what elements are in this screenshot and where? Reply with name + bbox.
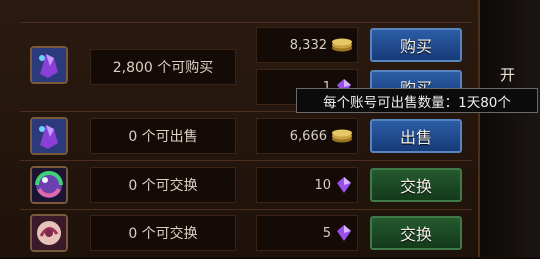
sellable-count-text: 0 个可出售 — [128, 129, 198, 145]
price-value: 10 — [314, 177, 331, 193]
shop-row-exchange-scroll: 0 个可交换 5 交换 — [20, 209, 472, 259]
background-edge — [480, 0, 540, 257]
buy-button[interactable]: 购买 — [370, 28, 462, 62]
exchangeable-count: 0 个可交换 — [90, 167, 236, 203]
side-label: 开 — [500, 66, 516, 84]
exchange-button[interactable]: 交换 — [370, 168, 462, 202]
purple-crystal-bag-svg — [32, 119, 66, 153]
price-gold: 8,332 — [256, 27, 358, 63]
price-value: 8,332 — [289, 37, 327, 53]
shop-row-sell: 0 个可出售 6,666 出售 — [20, 111, 472, 161]
buyable-count-text: 2,800 个可购买 — [112, 60, 214, 76]
gold-coin-icon — [332, 38, 352, 52]
price-crystal: 10 — [256, 167, 358, 203]
exchangeable-count: 0 个可交换 — [90, 215, 236, 251]
tooltip-text: 每个账号可出售数量：1天80个 — [323, 94, 511, 111]
purple-crystal-icon — [337, 177, 351, 193]
sell-limit-tooltip: 每个账号可出售数量：1天80个 — [296, 88, 538, 113]
pink-scroll-svg — [32, 216, 66, 250]
price-crystal: 5 — [256, 215, 358, 251]
sellable-count: 0 个可出售 — [90, 118, 236, 154]
exchange-button-label: 交换 — [399, 177, 432, 196]
purple-crystal-bag-svg — [32, 48, 66, 82]
exchangeable-count-text: 0 个可交换 — [128, 226, 198, 242]
shop-panel: 2,800 个可购买 8,332 购买 1 购买 — [0, 0, 480, 259]
price-value: 6,666 — [289, 128, 327, 144]
exchangeable-count-text: 0 个可交换 — [128, 178, 198, 194]
price-value: 5 — [322, 225, 331, 241]
rainbow-orb-icon[interactable] — [30, 166, 68, 204]
exchange-button[interactable]: 交换 — [370, 216, 462, 250]
purple-crystal-icon — [337, 225, 351, 241]
gold-coin-icon — [332, 129, 352, 143]
price-gold: 6,666 — [256, 118, 358, 154]
pink-scroll-icon[interactable] — [30, 214, 68, 252]
shop-row-exchange-orb: 0 个可交换 10 交换 — [20, 160, 472, 210]
rainbow-orb-svg — [32, 168, 66, 202]
sell-button-label: 出售 — [399, 128, 432, 147]
purple-crystal-bag-icon[interactable] — [30, 46, 68, 84]
buyable-count: 2,800 个可购买 — [90, 49, 236, 85]
exchange-button-label: 交换 — [399, 225, 432, 244]
buy-button-label: 购买 — [399, 37, 432, 56]
purple-crystal-bag-icon[interactable] — [30, 117, 68, 155]
sell-button[interactable]: 出售 — [370, 119, 462, 153]
